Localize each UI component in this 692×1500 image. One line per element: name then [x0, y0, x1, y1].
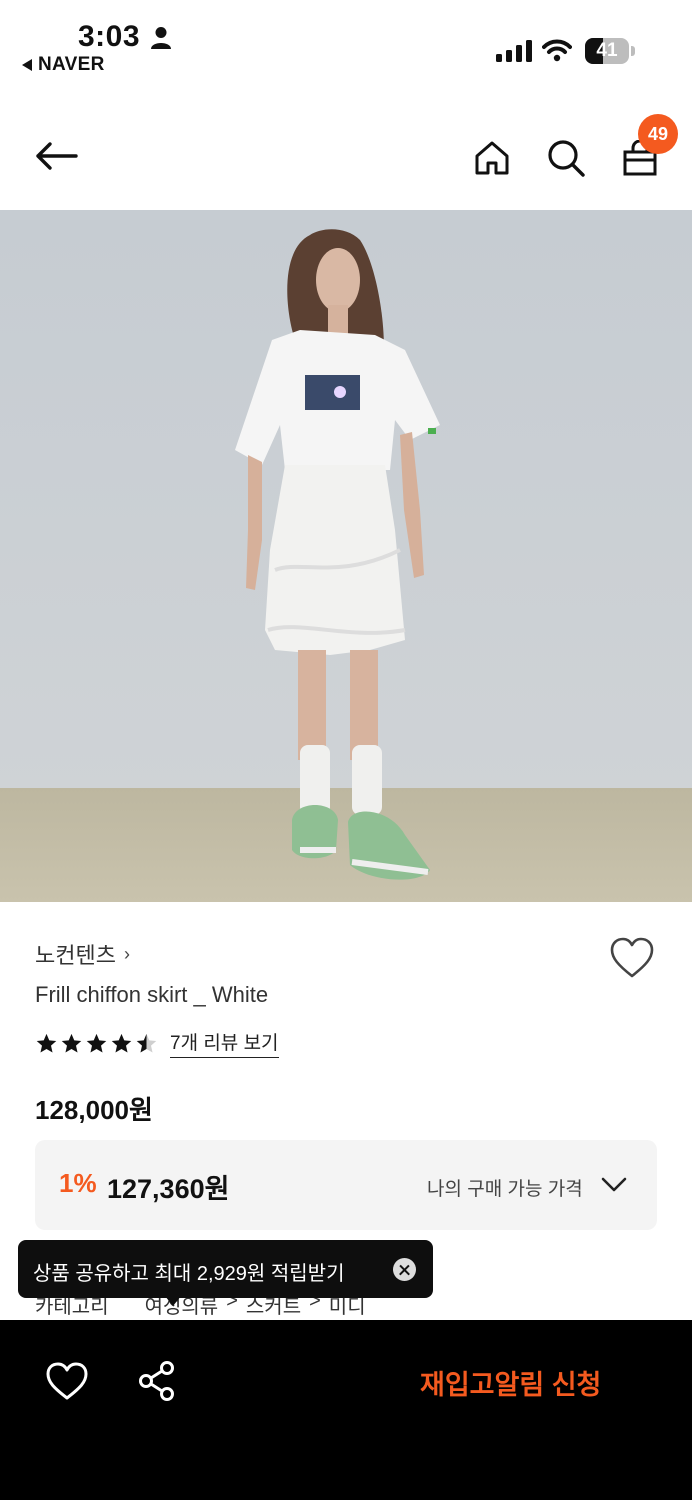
heart-icon[interactable] — [44, 1360, 90, 1402]
brand-link[interactable]: 노컨텐츠 › — [35, 938, 130, 970]
back-triangle-icon — [22, 59, 32, 71]
my-price-box[interactable]: 1% 127,360원 나의 구매 가능 가격 — [35, 1140, 657, 1230]
star-icon — [111, 1033, 132, 1053]
share-reward-tooltip: 상품 공유하고 최대 2,929원 적립받기 — [18, 1240, 433, 1306]
cellular-signal-icon — [496, 40, 532, 62]
product-image[interactable] — [0, 210, 692, 902]
rating-row: 7개 리뷰 보기 — [35, 1028, 279, 1058]
star-icon — [36, 1033, 57, 1053]
brand-name: 노컨텐츠 — [35, 943, 116, 968]
arrow-left-icon — [36, 142, 78, 170]
restock-alert-button[interactable]: 재입고알림 신청 — [420, 1363, 601, 1402]
chevron-down-icon — [601, 1177, 627, 1192]
tooltip-arrow — [165, 1296, 181, 1306]
close-icon[interactable] — [393, 1258, 416, 1281]
discount-rate: 1% — [59, 1168, 97, 1198]
search-button[interactable] — [540, 132, 592, 184]
view-reviews-link[interactable]: 7개 리뷰 보기 — [170, 1028, 279, 1058]
top-nav — [0, 110, 692, 210]
back-button[interactable] — [30, 130, 82, 182]
my-price-label: 나의 구매 가능 가격 — [427, 1179, 583, 1200]
back-app-label: NAVER — [38, 54, 105, 75]
product-name: Frill chiffon skirt _ White — [35, 982, 269, 1007]
star-icon — [136, 1033, 157, 1053]
star-rating — [35, 1032, 158, 1055]
tooltip-text: 상품 공유하고 최대 2,929원 적립받기 — [33, 1263, 345, 1285]
home-icon — [475, 141, 509, 175]
search-icon — [548, 140, 585, 177]
back-to-app-link[interactable]: NAVER — [22, 54, 105, 76]
star-icon — [86, 1033, 107, 1053]
discounted-price: 127,360원 — [107, 1174, 230, 1204]
chevron-right-icon: › — [123, 943, 130, 964]
wifi-icon — [542, 39, 572, 62]
product-price: 128,000원 — [35, 1095, 153, 1125]
star-icon — [61, 1033, 82, 1053]
person-icon — [151, 27, 171, 49]
home-button[interactable] — [466, 132, 518, 184]
status-time: 3:03 — [78, 20, 141, 53]
battery-indicator: 41 — [585, 38, 635, 64]
cart-count-badge: 49 — [638, 114, 678, 154]
model-photo — [0, 210, 692, 902]
bottom-action-bar: 재입고알림 신청 — [0, 1320, 692, 1500]
wishlist-heart-icon[interactable] — [608, 934, 656, 982]
share-icon[interactable] — [136, 1360, 178, 1402]
status-bar: 3:03 NAVER 41 — [0, 0, 692, 90]
battery-level: 41 — [596, 40, 618, 61]
